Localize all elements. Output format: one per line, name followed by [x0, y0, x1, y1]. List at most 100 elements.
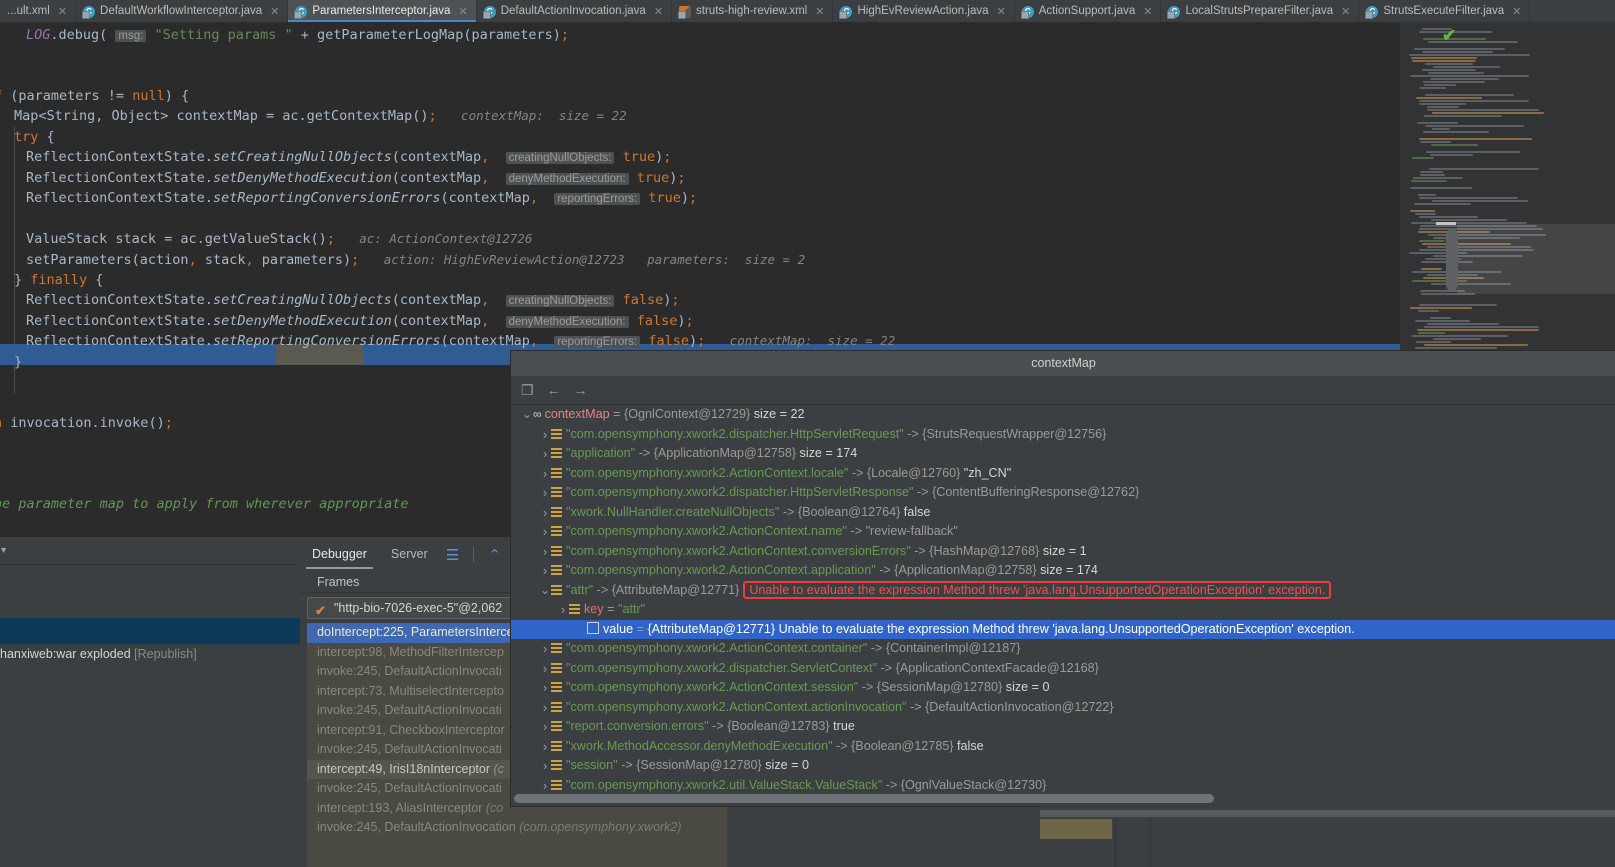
- editor-tab-6[interactable]: CActionSupport.java✕: [1015, 0, 1162, 22]
- variable-tree-row[interactable]: ›"com.opensymphony.xwork2.dispatcher.Ser…: [511, 659, 1615, 679]
- deployment-artifact-row[interactable]: hanxiweb:war exploded [Republish]: [0, 644, 300, 664]
- minimap-line: [1425, 63, 1473, 65]
- variable-tree-row[interactable]: ›key = "attr": [511, 600, 1615, 620]
- variable-tree-row[interactable]: ›"report.conversion.errors" -> {Boolean@…: [511, 717, 1615, 737]
- variable-tree-row[interactable]: › "com.opensymphony.xwork2.dispatcher.Htt…: [511, 483, 1615, 503]
- minimap-line: [1420, 171, 1443, 173]
- chevron-right-icon[interactable]: ›: [539, 561, 551, 581]
- layout-settings-icon[interactable]: ☰: [440, 548, 465, 563]
- forward-arrow-icon[interactable]: →: [574, 383, 588, 397]
- variable-inspect-window[interactable]: contextMap ❐←→ ⌄∞contextMap = {OgnlConte…: [510, 350, 1615, 807]
- inspect-toolbar[interactable]: ❐ ← →: [511, 376, 1615, 405]
- code-line-8: setParameters(action, stack, parameters)…: [26, 250, 805, 270]
- editor-tab-4[interactable]: struts-high-review.xml✕: [672, 0, 833, 22]
- chevron-right-icon[interactable]: ›: [557, 600, 569, 620]
- minimap-viewport[interactable]: [1457, 224, 1615, 294]
- chevron-down-icon[interactable]: ⌄: [521, 405, 533, 425]
- variable-tree-row[interactable]: ›"com.opensymphony.xwork2.ActionContext.…: [511, 522, 1615, 542]
- editor-tab-5[interactable]: CHighEvReviewAction.java✕: [833, 0, 1014, 22]
- chevron-right-icon[interactable]: ›: [539, 737, 551, 757]
- chevron-right-icon[interactable]: ›: [539, 639, 551, 659]
- chevron-right-icon[interactable]: ›: [539, 678, 551, 698]
- variable-tree-row[interactable]: ›"com.opensymphony.xwork2.ActionContext.…: [511, 678, 1615, 698]
- stack-frame-label: intercept:73, MultiselectIntercepto: [317, 684, 504, 698]
- minimap-line: [1433, 338, 1481, 340]
- stack-frame-row[interactable]: invoke:245, DefaultActionInvocation (com…: [307, 818, 727, 838]
- editor-tab-0[interactable]: ...ult.xml✕: [0, 0, 76, 22]
- chevron-down-icon[interactable]: ⌄: [539, 581, 551, 601]
- close-icon[interactable]: ✕: [815, 5, 824, 18]
- code-line-2: Map<String, Object> contextMap = ac.getC…: [14, 106, 627, 126]
- editor-tab-3[interactable]: CDefaultActionInvocation.java✕: [477, 0, 672, 22]
- chevron-right-icon[interactable]: ›: [539, 698, 551, 718]
- close-icon[interactable]: ✕: [58, 5, 67, 18]
- variable-value: {AttributeMap@12771}: [612, 583, 740, 597]
- variables-tree[interactable]: ⌄∞contextMap = {OgnlContext@12729} size …: [511, 405, 1615, 793]
- debugger-tab-server[interactable]: Server: [379, 541, 440, 569]
- variable-tree-row[interactable]: ⌄"attr" -> {AttributeMap@12771}Unable to…: [511, 581, 1615, 601]
- stack-frame-label: intercept:193, AliasInterceptor: [317, 801, 486, 815]
- editor-tab-1[interactable]: CDefaultWorkflowInterceptor.java✕: [76, 0, 288, 22]
- java-class-icon: C: [840, 5, 852, 18]
- chevron-right-icon[interactable]: ›: [539, 503, 551, 523]
- variables-tree-horizontal-scrollbar[interactable]: [514, 794, 1612, 803]
- close-icon[interactable]: ✕: [458, 5, 467, 18]
- variable-value: {ApplicationContextFacade@12168}: [896, 661, 1099, 675]
- variable-separator: ->: [904, 427, 923, 441]
- chevron-right-icon[interactable]: ›: [539, 444, 551, 464]
- close-icon[interactable]: ✕: [1512, 5, 1521, 18]
- variable-tree-row[interactable]: ⌄∞contextMap = {OgnlContext@12729} size …: [511, 405, 1615, 425]
- chevron-right-icon[interactable]: ›: [539, 756, 551, 776]
- variable-tree-row[interactable]: ›"com.opensymphony.xwork2.ActionContext.…: [511, 698, 1615, 718]
- variable-tree-row[interactable]: ›"xwork.MethodAccessor.denyMethodExecuti…: [511, 737, 1615, 757]
- close-icon[interactable]: ✕: [1341, 5, 1350, 18]
- minimap-line: [1420, 141, 1451, 143]
- minimap-scroll-thumb[interactable]: [1446, 229, 1458, 291]
- variable-extra: size = 0: [1002, 680, 1049, 694]
- variable-separator: ->: [877, 661, 896, 675]
- variable-value: {ApplicationMap@12758}: [654, 446, 796, 460]
- chevron-right-icon[interactable]: ›: [539, 776, 551, 794]
- variable-tree-row[interactable]: ›"application" -> {ApplicationMap@12758}…: [511, 444, 1615, 464]
- services-toolbar[interactable]: ▼: [0, 537, 300, 565]
- back-arrow-icon[interactable]: ←: [547, 383, 561, 397]
- variable-name: "com.opensymphony.xwork2.dispatcher.Http…: [566, 485, 914, 499]
- chevron-right-icon[interactable]: ›: [539, 542, 551, 562]
- editor-tab-2[interactable]: CParametersInterceptor.java✕: [288, 0, 476, 22]
- variable-tree-row[interactable]: value = {AttributeMap@12771} Unable to e…: [511, 620, 1615, 640]
- variable-name: "xwork.NullHandler.createNullObjects": [566, 505, 779, 519]
- editor-tab-7[interactable]: CLocalStrutsPrepareFilter.java✕: [1161, 0, 1359, 22]
- chevron-down-icon[interactable]: ▼: [0, 545, 8, 555]
- chevron-right-icon[interactable]: ›: [539, 464, 551, 484]
- services-selected-row[interactable]: [0, 618, 300, 644]
- close-icon[interactable]: ✕: [997, 5, 1006, 18]
- chevron-right-icon[interactable]: ›: [539, 717, 551, 737]
- map-entry-icon: [551, 486, 562, 497]
- variable-tree-row[interactable]: ›"session" -> {SessionMap@12780} size = …: [511, 756, 1615, 776]
- debugger-tab-debugger[interactable]: Debugger: [300, 541, 379, 569]
- close-icon[interactable]: ✕: [270, 5, 279, 18]
- chevron-right-icon[interactable]: ›: [539, 483, 551, 503]
- variable-tree-row[interactable]: ›"com.opensymphony.xwork2.ActionContext.…: [511, 464, 1615, 484]
- variable-tree-row[interactable]: ›"com.opensymphony.xwork2.dispatcher.Htt…: [511, 425, 1615, 445]
- variable-tree-row[interactable]: ›"com.opensymphony.xwork2.ActionContext.…: [511, 561, 1615, 581]
- chevron-right-icon[interactable]: ›: [539, 659, 551, 679]
- copy-value-icon[interactable]: ❐: [521, 383, 534, 397]
- close-icon[interactable]: ✕: [1143, 5, 1152, 18]
- code-line-3: try {: [14, 127, 55, 147]
- variable-tree-row[interactable]: ›"com.opensymphony.xwork2.ActionContext.…: [511, 542, 1615, 562]
- variable-tree-row[interactable]: ›"xwork.NullHandler.createNullObjects" -…: [511, 503, 1615, 523]
- close-icon[interactable]: ✕: [654, 5, 663, 18]
- minimap-line: [1415, 347, 1497, 349]
- chevron-right-icon[interactable]: ›: [539, 522, 551, 542]
- chevron-right-icon[interactable]: ›: [539, 425, 551, 445]
- services-left-pane[interactable]: ▼ hanxiweb:war exploded [Republish]: [0, 537, 300, 867]
- variable-tree-row[interactable]: ›"com.opensymphony.xwork2.ActionContext.…: [511, 639, 1615, 659]
- variable-tree-row[interactable]: ›"com.opensymphony.xwork2.util.ValueStac…: [511, 776, 1615, 794]
- stack-frame-package: (co: [486, 801, 503, 815]
- editor-tab-bar[interactable]: ...ult.xml✕ C DefaultWorkflowInterceptor.j…: [0, 0, 1615, 23]
- editor-tab-label: DefaultWorkflowInterceptor.java: [100, 5, 262, 17]
- editor-tab-8[interactable]: CStrutsExecuteFilter.java✕: [1359, 0, 1530, 22]
- minimap-line: [1411, 335, 1508, 337]
- restore-layout-icon[interactable]: ⌃: [482, 548, 507, 563]
